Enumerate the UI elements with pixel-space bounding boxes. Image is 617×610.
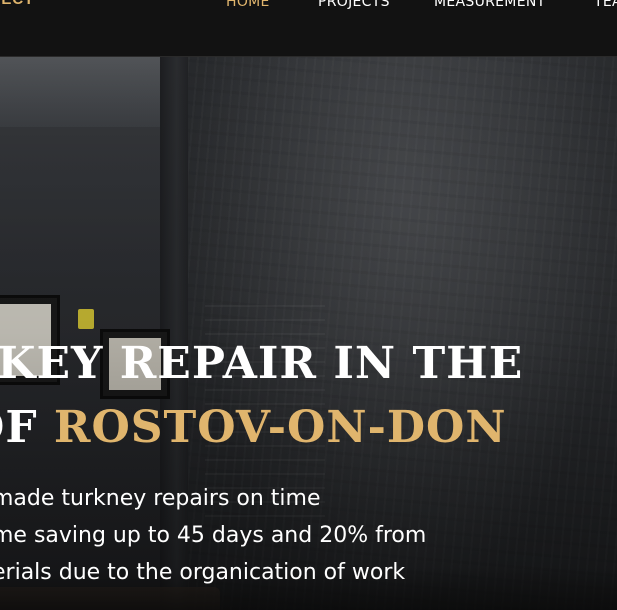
headline-line-1: NKEY REPAIR IN THE [0, 338, 524, 389]
page: JECT" HOME PROJECTS MEASUREMENT TEA NKEY… [0, 0, 617, 610]
description-line: made turkney repairs on time [0, 486, 321, 511]
headline-line-2: OF ROSTOV-ON-DON [0, 402, 507, 453]
nav-home[interactable]: HOME [226, 0, 270, 10]
site-header: JECT" HOME PROJECTS MEASUREMENT TEA [0, 0, 617, 57]
headline-city: ROSTOV-ON-DON [53, 402, 507, 453]
nav-team[interactable]: TEA [594, 0, 617, 10]
nav-projects[interactable]: PROJECTS [318, 0, 390, 10]
logo[interactable]: JECT" [0, 0, 42, 8]
description-line: erials due to the organication of work [0, 560, 406, 585]
hero-description: made turkney repairs on time me saving u… [0, 480, 426, 591]
nav-measurement[interactable]: MEASUREMENT [434, 0, 545, 10]
description-line: me saving up to 45 days and 20% from [0, 523, 427, 548]
headline-line-2-prefix: OF [0, 402, 38, 453]
